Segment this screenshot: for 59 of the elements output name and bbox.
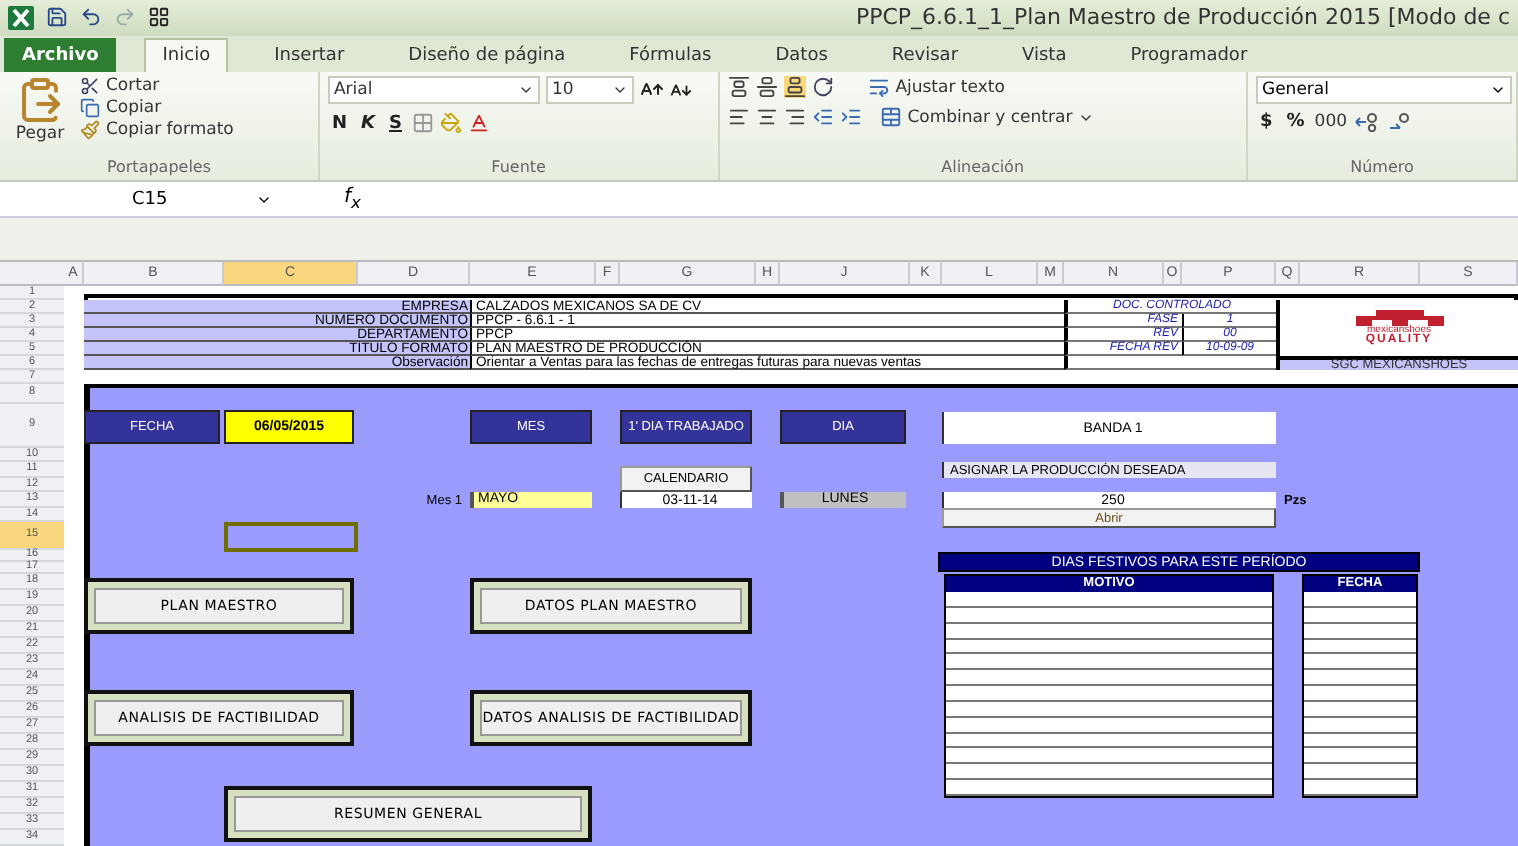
logo-mark-icon xyxy=(1355,310,1443,326)
ribbon-tab[interactable]: Inicio xyxy=(144,38,229,73)
decimal-decrease-icon[interactable] xyxy=(1387,112,1412,133)
orientation-icon[interactable] xyxy=(811,76,834,99)
clipboard-icon xyxy=(16,76,64,125)
cut-button[interactable]: Cortar xyxy=(80,76,234,97)
copy-button[interactable]: Copiar xyxy=(80,98,234,119)
grid-icon[interactable] xyxy=(148,6,170,29)
currency-button[interactable]: $ xyxy=(1255,112,1277,133)
underline-button[interactable]: S xyxy=(385,113,406,134)
file-tab[interactable]: Archivo xyxy=(4,38,117,73)
group-label: Fuente xyxy=(489,157,548,180)
percent-button[interactable]: % xyxy=(1282,112,1309,133)
borders-icon[interactable] xyxy=(411,112,434,135)
formula-field[interactable] xyxy=(0,218,1518,262)
wrap-text-icon xyxy=(867,76,890,99)
ribbon-tab[interactable]: Programador xyxy=(1112,38,1266,73)
fill-color-icon[interactable] xyxy=(439,112,462,135)
font-size-field[interactable]: 10 xyxy=(545,76,634,105)
ribbon-tab[interactable]: Insertar xyxy=(256,38,363,73)
font-color-icon[interactable] xyxy=(467,112,490,135)
number-format-field[interactable]: General xyxy=(1255,76,1512,105)
ribbon-tab[interactable]: Diseño de página xyxy=(390,38,584,73)
align-middle-icon[interactable] xyxy=(755,76,778,99)
excel-logo-icon xyxy=(8,5,34,30)
insert-function-button[interactable]: f$_{x}$ xyxy=(344,186,361,213)
bold-button[interactable]: N xyxy=(327,113,352,134)
window-title: PPCP_6.6.1_1_Plan Maestro de Producción 2015 [Modo de c xyxy=(855,4,1510,31)
decimal-increase-icon[interactable] xyxy=(1353,112,1382,133)
thousands-button[interactable]: 000 xyxy=(1314,112,1348,133)
group-label: Número xyxy=(1348,157,1416,180)
merge-center-button[interactable]: Combinar y centrar xyxy=(879,106,1095,129)
group-label: Alineación xyxy=(939,157,1027,180)
save-icon[interactable] xyxy=(46,6,68,29)
ribbon-tab[interactable]: Datos xyxy=(757,38,846,73)
shrink-font-icon[interactable] xyxy=(669,79,692,102)
align-center-icon[interactable] xyxy=(755,106,778,129)
name-box[interactable]: C15 xyxy=(12,189,272,210)
ribbon-tab[interactable]: Revisar xyxy=(873,38,977,73)
increase-indent-icon[interactable] xyxy=(839,106,862,129)
align-top-icon[interactable] xyxy=(727,76,750,99)
merge-cells-icon xyxy=(879,106,902,129)
paste-button[interactable]: Pegar xyxy=(8,76,72,154)
decrease-indent-icon[interactable] xyxy=(811,106,834,129)
scissors-icon xyxy=(80,76,100,97)
ribbon-tab[interactable]: Vista xyxy=(1004,38,1085,73)
copy-icon xyxy=(80,98,100,119)
paintbrush-icon xyxy=(80,120,100,141)
wrap-text-button[interactable]: Ajustar texto xyxy=(867,76,1005,99)
undo-icon[interactable] xyxy=(80,6,102,29)
group-label: Portapapeles xyxy=(104,157,214,180)
align-bottom-icon[interactable] xyxy=(783,76,806,99)
ribbon-tab[interactable]: Fórmulas xyxy=(611,38,730,73)
align-right-icon[interactable] xyxy=(783,106,806,129)
font-name-field[interactable]: Arial xyxy=(327,76,540,105)
italic-button[interactable]: K xyxy=(357,113,379,134)
selected-cell[interactable] xyxy=(224,522,358,552)
align-left-icon[interactable] xyxy=(727,106,750,129)
format-painter-button[interactable]: Copiar formato xyxy=(80,120,234,141)
